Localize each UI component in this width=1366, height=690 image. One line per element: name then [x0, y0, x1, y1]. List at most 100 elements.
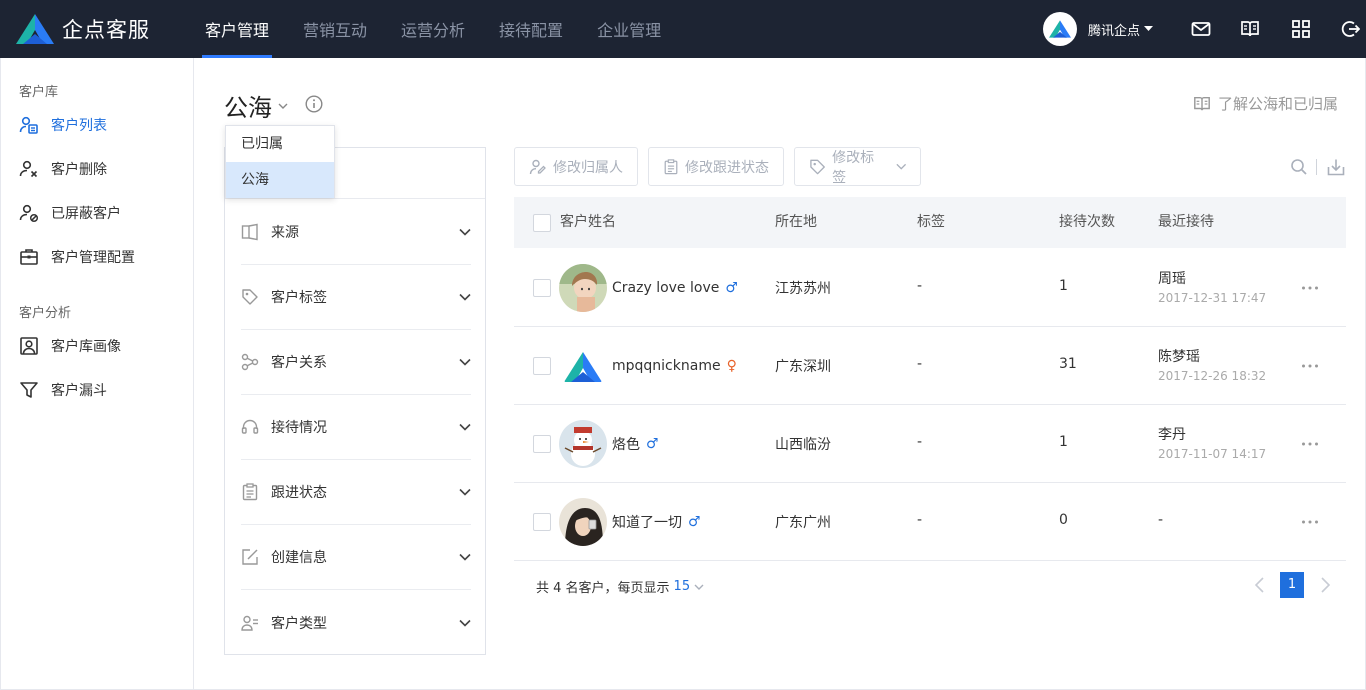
more-icon[interactable]: [1301, 357, 1319, 375]
customer-name-cell: 烙色 ♂: [612, 405, 659, 482]
more-icon[interactable]: [1301, 279, 1319, 297]
sidebar-item-blocked-customers[interactable]: 已屏蔽客户: [19, 201, 121, 225]
brand[interactable]: 企点客服: [16, 13, 150, 45]
visits-cell: 0: [1059, 512, 1068, 528]
caret-down-icon: [1144, 26, 1154, 31]
sidebar: 客户库 客户列表 客户删除 已屏蔽客户 客户管理配置 客户分析 客户库画像 客户…: [0, 58, 194, 690]
column-header-visits[interactable]: 接待次数: [1059, 197, 1115, 248]
search-icon[interactable]: [1290, 158, 1308, 176]
change-status-button[interactable]: 修改跟进状态: [648, 147, 784, 186]
user-avatar: [1043, 12, 1077, 46]
toolbar-divider: [1316, 159, 1317, 175]
customer-name[interactable]: 烙色: [612, 434, 640, 454]
logout-icon[interactable]: [1340, 19, 1360, 39]
filter-customer-relation[interactable]: 客户关系: [241, 330, 471, 395]
learn-link-label: 了解公海和已归属: [1218, 95, 1339, 113]
more-icon[interactable]: [1301, 513, 1319, 531]
sidebar-item-funnel[interactable]: 客户漏斗: [19, 378, 107, 402]
row-checkbox[interactable]: [533, 435, 551, 453]
customer-name-cell: Crazy love love ♂: [612, 249, 738, 326]
edit-icon: [242, 549, 258, 565]
select-all-checkbox[interactable]: [533, 214, 551, 232]
customer-name-cell: 知道了一切 ♂: [612, 483, 701, 560]
filter-follow-status[interactable]: 跟进状态: [241, 460, 471, 525]
avatar: [559, 498, 607, 546]
gender-male-icon: ♂: [725, 279, 738, 296]
page-number-current[interactable]: 1: [1280, 572, 1304, 598]
row-checkbox[interactable]: [533, 357, 551, 375]
gender-female-icon: ♀: [726, 357, 737, 374]
change-status-label: 修改跟进状态: [685, 159, 769, 176]
filter-customer-type[interactable]: 客户类型: [241, 590, 471, 655]
customer-name[interactable]: 知道了一切: [612, 512, 682, 532]
row-checkbox[interactable]: [533, 279, 551, 297]
table-row[interactable]: Crazy love love ♂ 江苏苏州 - 1 周瑶 2017-12-31…: [514, 249, 1346, 327]
download-icon[interactable]: [1327, 158, 1345, 176]
sidebar-group-customer-analysis: 客户分析: [19, 306, 72, 321]
tags-cell: -: [917, 278, 923, 294]
blocked-customer-icon: [19, 204, 39, 223]
chevron-down-icon: [459, 488, 471, 496]
table-row[interactable]: mpqqnickname ♀ 广东深圳 - 31 陈梦瑶 2017-12-26 …: [514, 327, 1346, 405]
nav-customer-management[interactable]: 客户管理: [188, 0, 286, 58]
dropdown-option-assigned[interactable]: 已归属: [226, 126, 334, 162]
last-agent: 周瑶: [1158, 271, 1186, 287]
filter-reception[interactable]: 接待情况: [241, 395, 471, 460]
change-tags-button[interactable]: 修改标签: [794, 147, 921, 186]
column-header-location[interactable]: 所在地: [775, 197, 817, 248]
page-title: 公海: [224, 94, 272, 122]
sidebar-item-customer-delete[interactable]: 客户删除: [19, 157, 107, 181]
avatar: [559, 342, 607, 390]
chevron-down-icon: [459, 423, 471, 431]
row-checkbox[interactable]: [533, 513, 551, 531]
filter-label: 创建信息: [271, 550, 327, 566]
info-icon[interactable]: [305, 95, 323, 113]
nav-enterprise-management[interactable]: 企业管理: [580, 0, 678, 58]
filter-create-info[interactable]: 创建信息: [241, 525, 471, 590]
table-row[interactable]: 知道了一切 ♂ 广东广州 - 0 -: [514, 483, 1346, 561]
nav-operation-analysis[interactable]: 运营分析: [384, 0, 482, 58]
book-icon: [1194, 96, 1210, 110]
sidebar-item-label: 客户列表: [51, 118, 107, 134]
tags-cell: -: [917, 356, 923, 372]
avatar: [559, 264, 607, 312]
change-owner-icon: [529, 159, 546, 174]
learn-link[interactable]: 了解公海和已归属: [1193, 93, 1338, 114]
sidebar-item-customer-list[interactable]: 客户列表: [19, 113, 107, 137]
customer-delete-icon: [19, 160, 38, 178]
dropdown-option-public-pool[interactable]: 公海: [226, 162, 334, 198]
sidebar-item-label: 客户漏斗: [51, 383, 107, 399]
chevron-down-icon: [459, 358, 471, 366]
last-agent: -: [1158, 512, 1164, 528]
page-title-selector[interactable]: 公海: [224, 88, 288, 123]
chevron-right-icon[interactable]: [1318, 576, 1332, 594]
gender-male-icon: ♂: [646, 435, 659, 452]
clipboard-icon: [664, 158, 678, 174]
nav-reception-config[interactable]: 接待配置: [482, 0, 580, 58]
chevron-down-icon: [459, 293, 471, 301]
table-row[interactable]: 烙色 ♂ 山西临汾 - 1 李丹 2017-11-07 14:17: [514, 405, 1346, 483]
column-header-name[interactable]: 客户姓名: [560, 197, 616, 248]
apps-icon[interactable]: [1291, 19, 1311, 39]
nav-marketing[interactable]: 营销互动: [286, 0, 384, 58]
mail-icon[interactable]: [1191, 19, 1211, 39]
column-header-last-reception[interactable]: 最近接待: [1158, 197, 1214, 248]
book-icon[interactable]: [1240, 19, 1260, 39]
more-icon[interactable]: [1301, 435, 1319, 453]
sidebar-item-portrait[interactable]: 客户库画像: [19, 334, 121, 358]
chevron-left-icon[interactable]: [1253, 576, 1267, 594]
customer-name[interactable]: mpqqnickname: [612, 358, 721, 374]
page-size-select[interactable]: 15: [674, 579, 705, 594]
top-bar: 企点客服 客户管理 营销互动 运营分析 接待配置 企业管理 腾讯企点: [0, 0, 1366, 58]
chevron-down-icon: [694, 584, 704, 590]
column-header-tags[interactable]: 标签: [917, 197, 945, 248]
user-menu[interactable]: 腾讯企点: [1043, 12, 1154, 46]
customer-name[interactable]: Crazy love love: [612, 280, 719, 296]
filter-customer-tags[interactable]: 客户标签: [241, 265, 471, 330]
total-count-text: 共 4 名客户，每页显示: [536, 581, 670, 596]
customer-list-icon: [19, 116, 38, 134]
filter-source[interactable]: 来源: [241, 200, 471, 265]
location-cell: 广东广州: [775, 515, 831, 531]
change-owner-button[interactable]: 修改归属人: [514, 147, 638, 186]
sidebar-item-management-config[interactable]: 客户管理配置: [19, 245, 135, 269]
